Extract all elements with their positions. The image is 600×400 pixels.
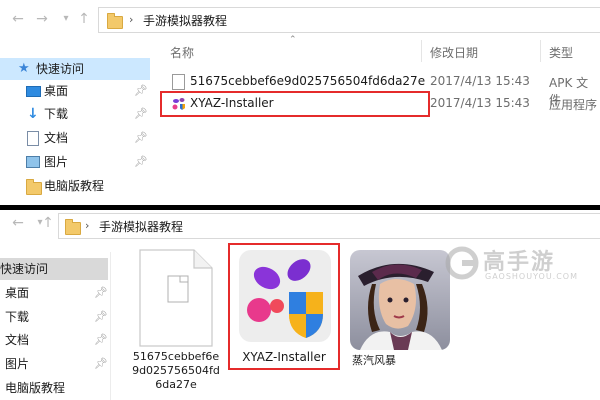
sidebar-item-label: 下载 — [5, 310, 30, 324]
picture-icon — [26, 156, 40, 168]
sidebar-item-label: 图片 — [5, 357, 30, 371]
pin-icon[interactable]: 📌︎ — [94, 329, 108, 351]
pin-icon[interactable]: 📌︎ — [134, 127, 148, 149]
brand-domain: GAOSHOUYOU.COM — [485, 272, 579, 281]
sidebar-item-label: 图片 — [44, 155, 69, 169]
back-arrow-icon[interactable]: ← — [8, 213, 28, 233]
file-tile[interactable]: 51675cebbef6e 9d025756504fd 6da27e — [128, 248, 224, 398]
pin-icon[interactable]: 📌︎ — [94, 282, 108, 304]
sidebar-item-desktop[interactable]: 桌面 📌︎ — [0, 282, 110, 304]
address-bar[interactable]: › 手游模拟器教程 — [58, 213, 600, 239]
sidebar-item-label: 电脑版教程 — [44, 179, 105, 193]
sidebar-item-pictures[interactable]: 图片 📌︎ — [0, 151, 150, 173]
column-header-date[interactable]: 修改日期 — [430, 44, 478, 61]
sidebar-item-label: 快速访问 — [0, 262, 49, 276]
file-date: 2017/4/13 15:43 — [430, 74, 530, 88]
desktop-icon — [26, 86, 41, 97]
sidebar-item-label: 文档 — [44, 131, 69, 145]
sidebar-item-label: 下载 — [44, 107, 69, 121]
sidebar-item-downloads[interactable]: 下载 📌︎ — [0, 306, 110, 328]
highlight-box — [228, 243, 340, 370]
sidebar-item-label: 快速访问 — [36, 62, 85, 76]
sidebar-item-documents[interactable]: 文档 📌︎ — [0, 329, 110, 351]
download-icon: ↓ — [27, 106, 39, 122]
back-arrow-icon[interactable]: ← — [8, 9, 28, 29]
pin-icon[interactable]: 📌︎ — [94, 353, 108, 375]
file-name: 51675cebbef6e 9d025756504fd 6da27e — [132, 350, 220, 391]
sidebar-item-tutorial-folder[interactable]: 电脑版教程 — [0, 377, 110, 399]
column-header-name[interactable]: 名称 — [170, 44, 194, 61]
sidebar-item-quick-access[interactable]: ★ 快速访问 — [0, 58, 150, 80]
top-explorer-window: ← → ▾ ↑ › 手游模拟器教程 ⌃ 名称 修改日期 类型 ★ 快速访问 桌面… — [0, 0, 600, 205]
pin-icon[interactable]: 📌︎ — [134, 151, 148, 173]
sidebar-item-quick-access[interactable]: 快速访问 — [0, 258, 108, 280]
sidebar-item-label: 电脑版教程 — [5, 381, 66, 395]
pin-icon[interactable]: 📌︎ — [94, 306, 108, 328]
blank-file-icon — [172, 74, 185, 90]
file-tile[interactable]: 蒸汽风暴 — [346, 248, 456, 378]
up-arrow-icon[interactable]: ↑ — [74, 9, 94, 29]
breadcrumb-folder[interactable]: 手游模拟器教程 — [143, 12, 227, 29]
star-icon: ★ — [18, 61, 30, 76]
pane-divider — [110, 252, 111, 400]
column-divider — [540, 40, 541, 62]
blank-file-icon — [139, 249, 213, 347]
sidebar-item-label: 文档 — [5, 333, 30, 347]
sidebar-item-label: 桌面 — [5, 286, 30, 300]
column-divider — [421, 40, 422, 62]
breadcrumb-folder[interactable]: 手游模拟器教程 — [99, 218, 183, 235]
watermark: 高手游 GAOSHOUYOU.COM — [445, 242, 595, 292]
address-bar[interactable]: › 手游模拟器教程 — [98, 7, 600, 33]
sidebar-item-downloads[interactable]: ↓ 下载 📌︎ — [0, 103, 150, 125]
file-row[interactable]: 51675cebbef6e9d025756504fd6da27e 2017/4/… — [160, 72, 600, 107]
recent-dropdown-icon[interactable]: ▾ — [56, 9, 76, 29]
path-separator: › — [85, 219, 90, 232]
highlight-box — [160, 91, 430, 117]
sidebar-item-documents[interactable]: 文档 📌︎ — [0, 127, 150, 149]
navigation-pane: ★ 快速访问 桌面 📌︎ ↓ 下载 📌︎ 文档 📌︎ 图片 📌︎ 电脑版教程 — [0, 56, 150, 201]
path-separator: › — [129, 13, 134, 26]
folder-icon — [65, 219, 81, 235]
document-icon — [27, 131, 39, 146]
forward-arrow-icon[interactable]: → — [32, 9, 52, 29]
bottom-explorer-window: ← ▾ ↑ › 手游模拟器教程 快速访问 桌面 📌︎ 下载 📌︎ 文档 📌︎ 图… — [0, 210, 600, 400]
game-app-icon — [350, 250, 450, 350]
pin-icon[interactable]: 📌︎ — [134, 103, 148, 125]
sidebar-item-desktop[interactable]: 桌面 📌︎ — [0, 80, 150, 102]
folder-icon — [26, 179, 42, 195]
file-name: 蒸汽风暴 — [352, 354, 396, 367]
file-type: 应用程序 — [549, 98, 598, 112]
navigation-pane: 快速访问 桌面 📌︎ 下载 📌︎ 文档 📌︎ 图片 📌︎ 电脑版教程 — [0, 258, 110, 400]
column-header-type[interactable]: 类型 — [549, 44, 573, 61]
brand-logo-icon — [445, 246, 479, 280]
sidebar-item-pictures[interactable]: 图片 📌︎ — [0, 353, 110, 375]
sort-up-icon: ⌃ — [289, 35, 297, 45]
sidebar-item-tutorial-folder[interactable]: 电脑版教程 — [0, 175, 150, 197]
pin-icon[interactable]: 📌︎ — [134, 80, 148, 102]
sidebar-item-label: 桌面 — [44, 84, 69, 98]
file-date: 2017/4/13 15:43 — [430, 96, 530, 110]
file-name: 51675cebbef6e9d025756504fd6da27e — [190, 74, 426, 88]
folder-icon — [107, 13, 123, 29]
up-arrow-icon[interactable]: ↑ — [38, 213, 58, 233]
